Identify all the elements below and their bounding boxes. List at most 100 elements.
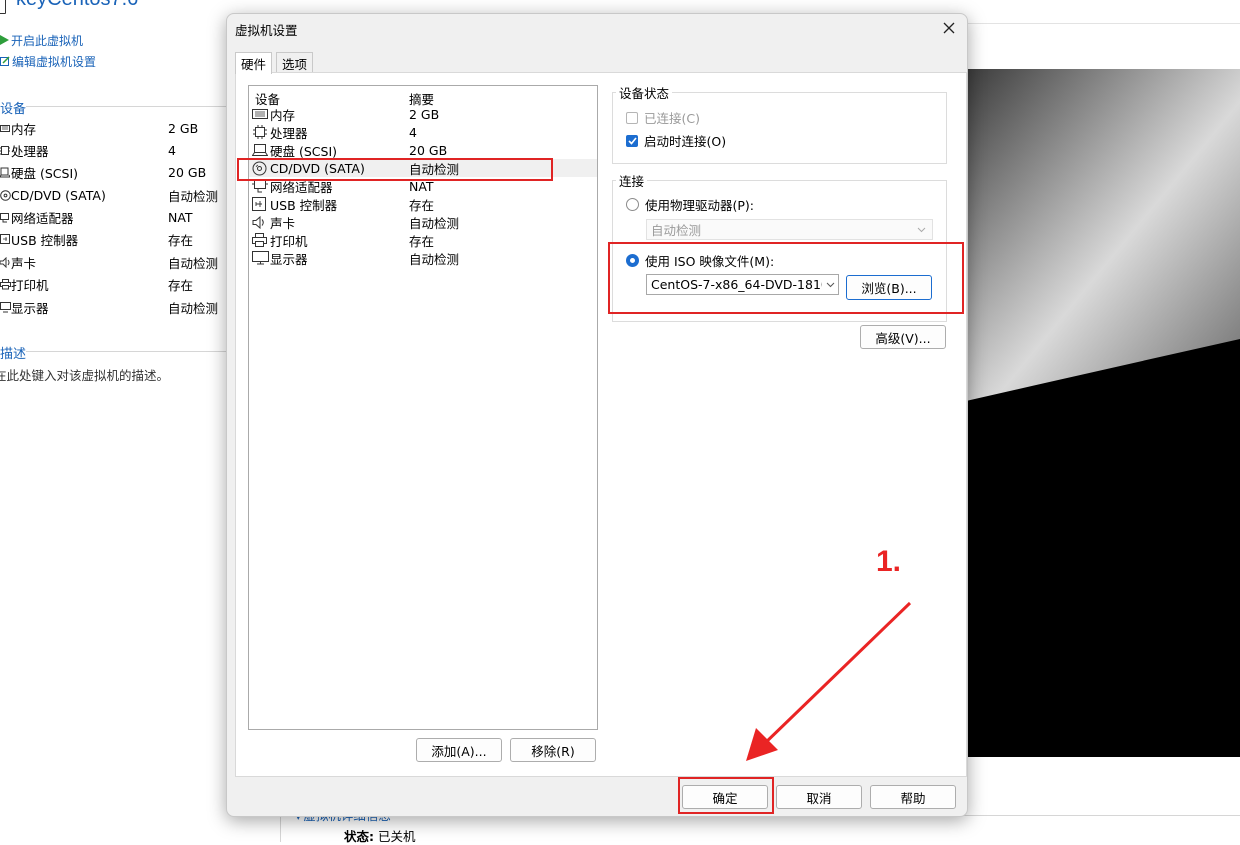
connected-checkbox[interactable]: 已连接(C) [626,108,700,127]
device-summary: 2 GB [409,106,440,122]
monitor-icon [0,301,11,312]
description-divider [26,351,226,352]
close-icon [943,22,955,34]
network-adapter-icon [0,212,9,222]
bg-device-name: 显示器 [11,300,49,316]
bg-device-value: 自动检测 [168,188,219,204]
bg-device-name: 处理器 [11,143,49,159]
device-row-hard-disk[interactable]: 硬盘 (SCSI) 20 GB [249,141,597,159]
description-heading: 描述 [0,347,27,362]
device-row-printer[interactable]: 打印机 存在 [249,231,597,249]
bg-device-row[interactable]: 网络适配器 NAT [0,206,230,228]
remove-device-button[interactable]: 移除(R) [510,738,596,762]
edit-settings-action[interactable]: 编辑虚拟机设置 [0,52,96,70]
monitor-icon [252,251,269,265]
printer-icon [252,233,267,247]
device-row-display[interactable]: 显示器 自动检测 [249,249,597,267]
sound-icon [0,256,10,268]
physical-drive-radio-dot [626,198,639,211]
bg-device-value: 自动检测 [168,255,219,271]
physical-drive-radio[interactable]: 使用物理驱动器(P): [626,195,754,214]
device-name: 网络适配器 [270,179,333,195]
power-on-label: 开启此虚拟机 [11,33,84,48]
bg-device-name: CD/DVD (SATA) [11,187,106,203]
bg-device-row[interactable]: 硬盘 (SCSI) 20 GB [0,161,230,183]
memory-icon [252,109,268,119]
device-summary: 自动检测 [409,161,460,177]
iso-dropdown-toggle[interactable] [822,275,838,294]
edit-settings-icon [0,55,10,66]
physical-drive-label: 使用物理驱动器(P): [645,198,755,213]
details-left-edge [280,815,281,842]
bg-device-value: 20 GB [168,164,207,180]
device-row-usb[interactable]: USB 控制器 存在 [249,195,597,213]
help-button[interactable]: 帮助 [870,785,956,809]
device-summary: 存在 [409,233,435,249]
play-icon [0,35,9,45]
iso-image-radio-dot [626,254,639,267]
bg-device-row[interactable]: 显示器 自动检测 [0,296,230,318]
devices-divider [26,106,226,107]
checkmark-icon [627,136,637,145]
bg-device-row[interactable]: CD/DVD (SATA) 自动检测 [0,184,230,206]
bg-device-name: 硬盘 (SCSI) [11,165,79,181]
annotation-arrow-icon [746,601,912,761]
bg-device-value: 自动检测 [168,300,219,316]
iso-path-value: CentOS-7-x86_64-DVD-1810.i [651,277,837,292]
usb-icon [0,233,10,244]
bg-device-value: 存在 [168,232,194,248]
hard-disk-icon [252,144,268,156]
iso-image-radio[interactable]: 使用 ISO 映像文件(M): [626,251,774,270]
device-summary: 存在 [409,197,435,213]
vm-icon [0,0,6,14]
power-on-action[interactable]: 开启此虚拟机 [0,31,83,49]
device-status-legend: 设备状态 [616,83,673,102]
bg-device-name: 网络适配器 [11,210,74,226]
vm-title: keyCentos7.6 [16,0,138,11]
connect-on-power-checkbox[interactable]: 启动时连接(O) [626,131,726,150]
connected-checkbox-box [626,111,638,124]
description-text[interactable]: 在此处键入对该虚拟机的描述。 [0,365,169,384]
close-button[interactable] [935,16,963,40]
bg-device-row[interactable]: 内存 2 GB [0,117,230,139]
vm-preview-thumbnail [966,69,1240,757]
device-summary: NAT [409,178,434,194]
bg-device-row[interactable]: 处理器 4 [0,139,230,161]
device-summary: 自动检测 [409,251,460,267]
physical-drive-select[interactable]: 自动检测 [646,219,933,240]
physical-drive-value: 自动检测 [651,223,702,238]
tab-hardware[interactable]: 硬件 [235,52,273,74]
tab-options[interactable]: 选项 [276,52,314,73]
chevron-down-icon [917,227,926,233]
device-name: CD/DVD (SATA) [270,160,365,176]
cd-dvd-icon [252,161,267,175]
bg-device-row[interactable]: 打印机 存在 [0,273,230,295]
device-row-network[interactable]: 网络适配器 NAT [249,177,597,195]
device-list[interactable]: 设备 摘要 内存 2 GB 处理器 4 硬盘 (SCSI) 20 GB CD/D… [248,85,598,730]
memory-icon [0,125,10,132]
device-row-cpu[interactable]: 处理器 4 [249,123,597,141]
bg-device-name: 内存 [11,121,37,137]
bg-device-row[interactable]: 声卡 自动检测 [0,251,230,273]
bg-device-name: USB 控制器 [11,232,79,248]
device-name: 硬盘 (SCSI) [270,143,338,159]
bg-device-value: 2 GB [168,120,199,136]
network-adapter-icon [252,179,268,192]
connected-label: 已连接(C) [644,111,700,126]
device-row-sound[interactable]: 声卡 自动检测 [249,213,597,231]
add-device-button[interactable]: 添加(A)... [416,738,502,762]
advanced-button[interactable]: 高级(V)... [860,325,946,349]
device-name: 内存 [270,107,296,123]
cancel-button[interactable]: 取消 [776,785,862,809]
bg-device-name: 打印机 [11,277,49,293]
iso-path-combobox[interactable]: CentOS-7-x86_64-DVD-1810.i [646,274,839,295]
bg-device-row[interactable]: USB 控制器 存在 [0,228,230,250]
cd-dvd-icon [0,189,11,201]
device-name: USB 控制器 [270,197,338,213]
browse-button[interactable]: 浏览(B)... [846,275,932,300]
ok-button[interactable]: 确定 [682,785,768,809]
device-row-cd-dvd[interactable]: CD/DVD (SATA) 自动检测 [249,159,597,177]
usb-icon [252,197,266,211]
connect-on-power-label: 启动时连接(O) [644,134,727,149]
device-row-memory[interactable]: 内存 2 GB [249,105,597,123]
